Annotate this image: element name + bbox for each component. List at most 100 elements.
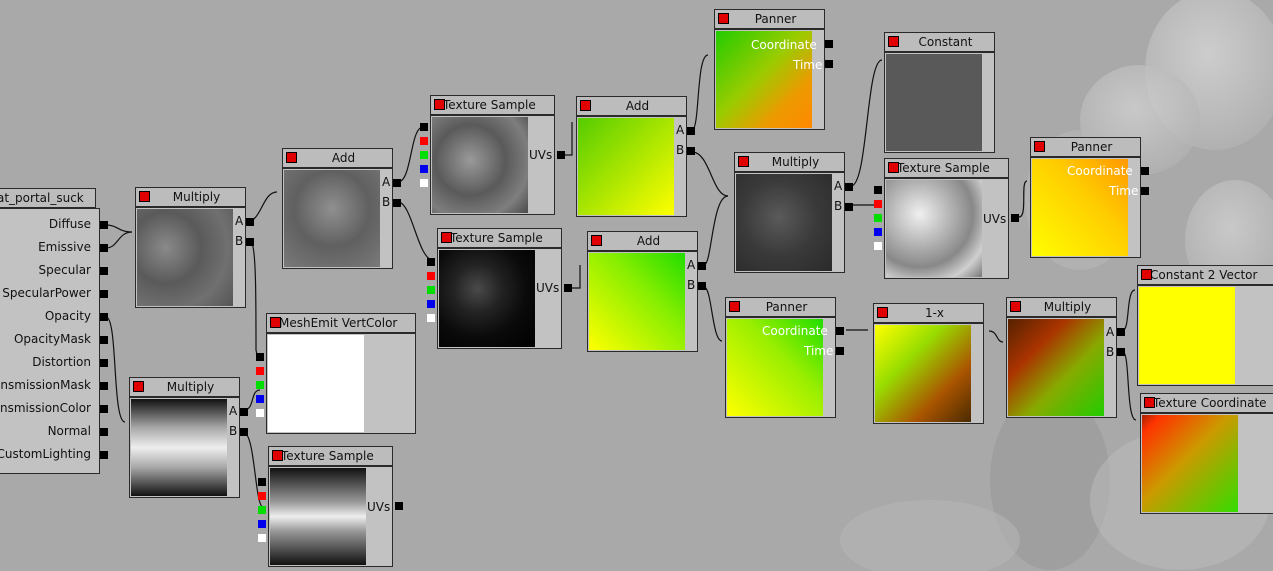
preview-toggle-icon[interactable] [286, 152, 297, 163]
constant-2-vector-node[interactable]: Constant 2 Vector [1137, 265, 1273, 386]
panner-node-1[interactable]: Panner Coordinate Time [714, 9, 833, 130]
preview-toggle-icon[interactable] [738, 156, 749, 167]
channel-pin-red[interactable] [427, 272, 435, 280]
texture-sample-node-3[interactable]: Texture Sample UVs [258, 446, 403, 567]
output-pin-b[interactable] [687, 147, 695, 155]
preview-toggle-icon[interactable] [441, 232, 452, 243]
channel-pin-red[interactable] [420, 137, 428, 145]
pin-opacity[interactable] [100, 313, 108, 321]
input-specular-power[interactable]: SpecularPower [2, 286, 91, 300]
preview-toggle-icon[interactable] [1034, 141, 1045, 152]
input-diffuse[interactable]: Diffuse [49, 217, 91, 231]
time-pin[interactable] [825, 60, 833, 68]
input-emissive[interactable]: Emissive [38, 240, 91, 254]
multiply-node-3[interactable]: Multiply A B [734, 152, 853, 273]
input-distortion[interactable]: Distortion [32, 355, 91, 369]
channel-pin-alpha[interactable] [256, 409, 264, 417]
channel-pin-rgb[interactable] [874, 186, 882, 194]
pin-distortion[interactable] [100, 359, 108, 367]
add-node-1[interactable]: Add A B [282, 148, 401, 269]
uvs-pin[interactable] [1011, 214, 1019, 222]
preview-toggle-icon[interactable] [888, 162, 899, 173]
output-pin-a[interactable] [698, 262, 706, 270]
preview-toggle-icon[interactable] [591, 235, 602, 246]
pin-specular-power[interactable] [100, 290, 108, 298]
constant-node[interactable]: Constant [884, 32, 995, 153]
pin-specular[interactable] [100, 267, 108, 275]
channel-pin-rgb[interactable] [256, 353, 264, 361]
pin-diffuse[interactable] [100, 221, 108, 229]
output-pin-a[interactable] [687, 127, 695, 135]
channel-pin-green[interactable] [427, 286, 435, 294]
channel-pin-red[interactable] [258, 492, 266, 500]
preview-toggle-icon[interactable] [270, 317, 281, 328]
pin-transmission-mask[interactable] [100, 382, 108, 390]
input-transmission-color[interactable]: ansmissionColor [0, 401, 91, 415]
uvs-pin[interactable] [395, 502, 403, 510]
channel-pin-rgb[interactable] [427, 258, 435, 266]
multiply-node-4[interactable]: Multiply A B [1006, 297, 1125, 418]
output-pin-b[interactable] [1117, 348, 1125, 356]
channel-pin-alpha[interactable] [427, 314, 435, 322]
coordinate-pin[interactable] [825, 40, 833, 48]
preview-toggle-icon[interactable] [139, 191, 150, 202]
channel-pin-rgb[interactable] [420, 123, 428, 131]
pin-transmission-color[interactable] [100, 405, 108, 413]
channel-pin-alpha[interactable] [258, 534, 266, 542]
output-pin-a[interactable] [246, 218, 254, 226]
texture-sample-node-2[interactable]: Texture Sample UVs [427, 228, 572, 349]
one-minus-node[interactable]: 1-x [873, 303, 984, 424]
preview-toggle-icon[interactable] [133, 381, 144, 392]
material-root-node[interactable]: at_portal_suck Diffuse Emissive Specular… [0, 188, 108, 474]
input-custom-lighting[interactable]: CustomLighting [0, 447, 91, 461]
channel-pin-alpha[interactable] [420, 179, 428, 187]
channel-pin-blue[interactable] [427, 300, 435, 308]
uvs-pin[interactable] [564, 284, 572, 292]
pin-emissive[interactable] [100, 244, 108, 252]
time-pin[interactable] [836, 347, 844, 355]
preview-toggle-icon[interactable] [272, 450, 283, 461]
input-specular[interactable]: Specular [39, 263, 91, 277]
pin-opacity-mask[interactable] [100, 336, 108, 344]
preview-toggle-icon[interactable] [718, 13, 729, 24]
channel-pin-red[interactable] [874, 200, 882, 208]
channel-pin-green[interactable] [256, 381, 264, 389]
output-pin-b[interactable] [698, 282, 706, 290]
meshemit-vertcolor-node[interactable]: MeshEmit VertColor [256, 313, 416, 434]
output-pin-b[interactable] [246, 238, 254, 246]
output-pin-a[interactable] [1117, 328, 1125, 336]
channel-pin-rgb[interactable] [258, 478, 266, 486]
preview-toggle-icon[interactable] [1144, 397, 1155, 408]
coordinate-pin[interactable] [836, 327, 844, 335]
input-opacity-mask[interactable]: OpacityMask [14, 332, 91, 346]
uvs-pin[interactable] [557, 151, 565, 159]
time-pin[interactable] [1141, 187, 1149, 195]
add-node-3[interactable]: Add A B [587, 231, 706, 352]
input-normal[interactable]: Normal [48, 424, 91, 438]
preview-toggle-icon[interactable] [877, 307, 888, 318]
texture-sample-node-4[interactable]: Texture Sample UVs [874, 158, 1019, 279]
panner-node-3[interactable]: Panner Coordinate Time [1030, 137, 1149, 258]
channel-pin-blue[interactable] [256, 395, 264, 403]
output-pin-b[interactable] [845, 203, 853, 211]
channel-pin-alpha[interactable] [874, 242, 882, 250]
output-pin-a[interactable] [240, 408, 248, 416]
preview-toggle-icon[interactable] [580, 100, 591, 111]
channel-pin-blue[interactable] [874, 228, 882, 236]
coordinate-pin[interactable] [1141, 167, 1149, 175]
pin-custom-lighting[interactable] [100, 451, 108, 459]
texture-sample-node-1[interactable]: Texture Sample UVs [420, 95, 565, 215]
channel-pin-blue[interactable] [258, 520, 266, 528]
channel-pin-red[interactable] [256, 367, 264, 375]
preview-toggle-icon[interactable] [1141, 269, 1152, 280]
pin-normal[interactable] [100, 428, 108, 436]
input-opacity[interactable]: Opacity [45, 309, 91, 323]
panner-node-2[interactable]: Panner Coordinate Time [725, 297, 844, 418]
channel-pin-green[interactable] [874, 214, 882, 222]
preview-toggle-icon[interactable] [888, 36, 899, 47]
texture-coordinate-node[interactable]: Texture Coordinate [1140, 393, 1273, 514]
channel-pin-green[interactable] [258, 506, 266, 514]
preview-toggle-icon[interactable] [1010, 301, 1021, 312]
output-pin-b[interactable] [393, 199, 401, 207]
multiply-node-2[interactable]: Multiply A B [129, 377, 248, 498]
